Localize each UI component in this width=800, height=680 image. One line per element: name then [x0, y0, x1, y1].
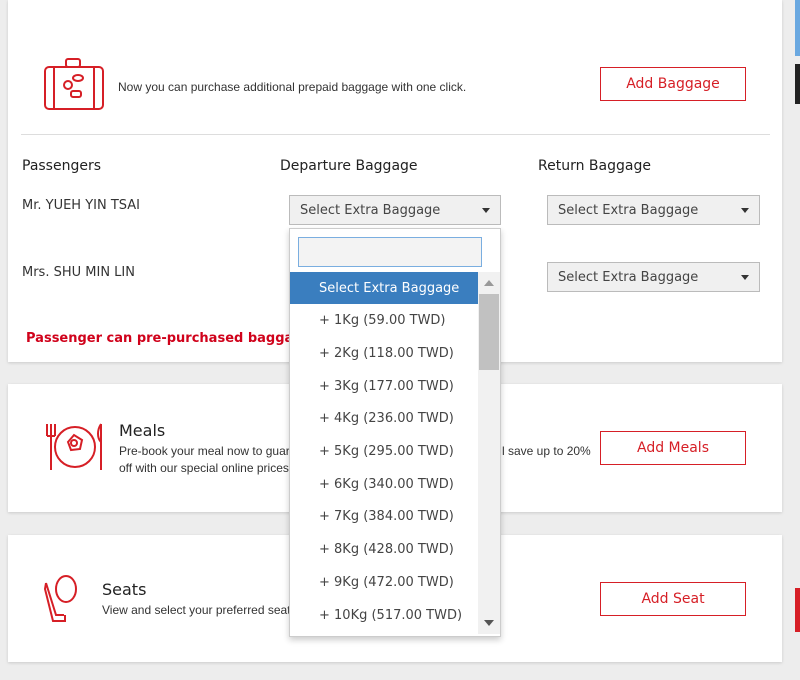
meals-desc-line: Pre-book your meal now to guara	[119, 444, 297, 458]
scrollbar-thumb[interactable]	[479, 294, 499, 370]
edge-blue-tab	[795, 0, 800, 56]
scroll-up-icon[interactable]	[484, 280, 494, 286]
dropdown-option[interactable]: + 8Kg (428.00 TWD)	[290, 534, 478, 566]
dropdown-option[interactable]: + 7Kg (384.00 TWD)	[290, 501, 478, 533]
return-baggage-select[interactable]: Select Extra Baggage	[547, 262, 760, 292]
seat-icon	[44, 575, 77, 622]
dropdown-search-input[interactable]	[298, 237, 482, 267]
meals-title: Meals	[119, 421, 166, 440]
departure-baggage-select[interactable]: Select Extra Baggage	[289, 195, 501, 225]
dropdown-option[interactable]: + 6Kg (340.00 TWD)	[290, 468, 478, 500]
select-value: Select Extra Baggage	[558, 269, 699, 285]
divider	[21, 134, 770, 135]
seats-desc: View and select your preferred seats	[102, 603, 292, 617]
edge-dark-tab	[795, 64, 800, 104]
departure-header: Departure Baggage	[280, 158, 418, 174]
select-value: Select Extra Baggage	[300, 202, 441, 218]
passenger-name: Mrs. SHU MIN LIN	[22, 265, 135, 280]
dropdown-option[interactable]: Select Extra Baggage	[290, 272, 478, 304]
dropdown-option[interactable]: + 9Kg (472.00 TWD)	[290, 566, 478, 598]
caret-down-icon	[482, 207, 490, 213]
seats-title: Seats	[102, 580, 147, 599]
meals-desc-right: l save up to 20%	[502, 444, 591, 458]
meals-desc: Pre-book your meal now to guara off with …	[119, 443, 296, 477]
suitcase-icon	[44, 58, 104, 110]
passengers-header: Passengers	[22, 158, 102, 174]
meals-desc-line: off with our special online prices	[119, 461, 289, 475]
return-header: Return Baggage	[538, 158, 651, 174]
edge-red-tab	[795, 588, 800, 632]
passenger-name: Mr. YUEH YIN TSAI	[22, 198, 141, 213]
baggage-intro: Now you can purchase additional prepaid …	[118, 80, 467, 94]
add-baggage-button[interactable]: Add Baggage	[600, 67, 746, 101]
add-seat-button[interactable]: Add Seat	[600, 582, 746, 616]
meal-icon	[46, 423, 102, 470]
caret-down-icon	[741, 207, 749, 213]
add-meals-button[interactable]: Add Meals	[600, 431, 746, 465]
select-value: Select Extra Baggage	[558, 202, 699, 218]
dropdown-option[interactable]: + 2Kg (118.00 TWD)	[290, 337, 478, 369]
dropdown-option[interactable]: + 1Kg (59.00 TWD)	[290, 305, 478, 337]
baggage-warning: Passenger can pre-purchased baggage no	[26, 331, 296, 346]
dropdown-scrollbar[interactable]	[478, 272, 500, 634]
dropdown-option[interactable]: + 3Kg (177.00 TWD)	[290, 370, 478, 402]
departure-baggage-dropdown: Select Extra Baggage + 1Kg (59.00 TWD) + 2…	[289, 228, 501, 637]
dropdown-option[interactable]: + 10Kg (517.00 TWD)	[290, 599, 478, 631]
caret-down-icon	[741, 274, 749, 280]
return-baggage-select[interactable]: Select Extra Baggage	[547, 195, 760, 225]
dropdown-option[interactable]: + 5Kg (295.00 TWD)	[290, 436, 478, 468]
scroll-down-icon[interactable]	[484, 620, 494, 626]
dropdown-option[interactable]: + 4Kg (236.00 TWD)	[290, 403, 478, 435]
